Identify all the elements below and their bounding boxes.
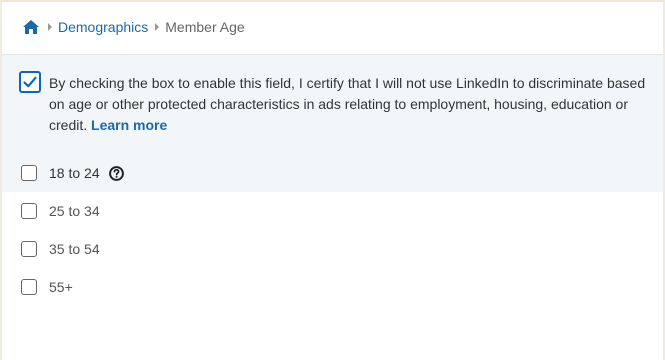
age-option-label: 55+ [49, 279, 73, 295]
certification-panel: By checking the box to enable this field… [2, 55, 663, 155]
age-option-label: 18 to 24 [49, 165, 100, 181]
question-circle-icon[interactable] [108, 165, 124, 181]
age-checkbox[interactable] [21, 279, 37, 295]
age-option-label: 25 to 34 [49, 203, 100, 219]
age-option-18-24[interactable]: 18 to 24 [2, 154, 663, 192]
breadcrumb-demographics-link[interactable]: Demographics [58, 19, 148, 35]
age-checkbox[interactable] [21, 203, 37, 219]
breadcrumb-separator-icon [155, 23, 160, 31]
breadcrumb-separator-icon [48, 23, 52, 31]
age-checkbox[interactable] [21, 165, 37, 181]
checkmark-icon [23, 76, 37, 88]
age-checkbox[interactable] [21, 241, 37, 257]
breadcrumb-current: Member Age [165, 19, 245, 35]
age-option-label: 35 to 54 [49, 241, 100, 257]
breadcrumb: Demographics Member Age [22, 17, 245, 37]
home-icon[interactable] [22, 19, 40, 35]
age-option-35-54[interactable]: 35 to 54 [2, 230, 663, 268]
certify-text: By checking the box to enable this field… [49, 73, 659, 136]
certify-checkbox[interactable] [19, 71, 41, 93]
learn-more-link[interactable]: Learn more [91, 117, 167, 133]
age-option-25-34[interactable]: 25 to 34 [2, 192, 663, 230]
age-option-55-plus[interactable]: 55+ [2, 268, 663, 306]
